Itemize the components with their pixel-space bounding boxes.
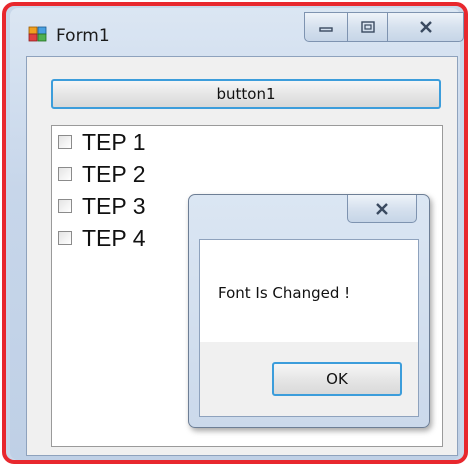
button1[interactable]: button1 (51, 79, 441, 109)
list-item-label: TEP 1 (82, 128, 146, 155)
close-icon (376, 202, 388, 215)
message-text: Font Is Changed ! (218, 284, 351, 302)
window-title: Form1 (56, 26, 110, 46)
screenshot-frame: Form1 button1 TEP 1 TEP 2 TEP 3 TEP 4 Fo… (0, 0, 474, 470)
message-box-close-button[interactable] (347, 195, 417, 223)
minimize-icon (319, 27, 333, 32)
close-button[interactable] (388, 12, 464, 42)
maximize-button[interactable] (348, 12, 388, 42)
checkbox[interactable] (58, 199, 72, 213)
checkbox[interactable] (58, 231, 72, 245)
minimize-button[interactable] (304, 12, 348, 42)
message-box-client: Font Is Changed ! OK (199, 239, 419, 417)
list-item-label: TEP 2 (82, 160, 146, 187)
message-box: Font Is Changed ! OK (188, 194, 430, 428)
list-item[interactable]: TEP 2 (58, 158, 146, 190)
list-item-label: TEP 4 (82, 224, 146, 251)
list-item[interactable]: TEP 4 (58, 222, 146, 254)
list-item[interactable]: TEP 3 (58, 190, 146, 222)
caption-buttons (304, 12, 464, 46)
list-item-label: TEP 3 (82, 192, 146, 219)
form1-window: Form1 button1 TEP 1 TEP 2 TEP 3 TEP 4 Fo… (10, 8, 464, 460)
checkbox[interactable] (58, 135, 72, 149)
highlight-border: Form1 button1 TEP 1 TEP 2 TEP 3 TEP 4 Fo… (2, 2, 468, 464)
checkbox[interactable] (58, 167, 72, 181)
app-icon (28, 26, 47, 42)
ok-button[interactable]: OK (272, 362, 402, 396)
close-icon (419, 21, 432, 33)
list-item[interactable]: TEP 1 (58, 126, 146, 158)
maximize-icon (360, 21, 375, 33)
